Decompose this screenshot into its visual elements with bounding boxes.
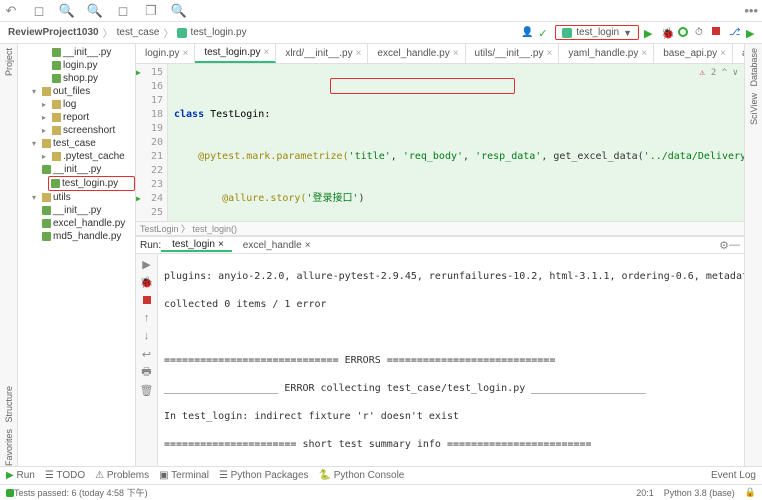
- tree-folder[interactable]: ▾test_case: [18, 137, 135, 150]
- tree-folder[interactable]: ▾utils: [18, 191, 135, 204]
- tests-passed-icon: [6, 489, 14, 497]
- bottom-tab[interactable]: ▣ Terminal: [159, 470, 209, 481]
- tool-icon-3[interactable]: [144, 4, 158, 18]
- tree-folder[interactable]: ▸report: [18, 111, 135, 124]
- editor-tab[interactable]: base_api.py×: [654, 44, 733, 63]
- editor-tab[interactable]: api.py×: [733, 44, 744, 63]
- editor-tab[interactable]: xlrd/__init__.py×: [276, 44, 368, 63]
- close-icon[interactable]: ×: [182, 48, 188, 59]
- close-icon[interactable]: ×: [720, 48, 726, 59]
- editor-tab[interactable]: utils/__init__.py×: [466, 44, 560, 63]
- event-log-button[interactable]: Event Log: [711, 470, 756, 481]
- zoom-out-icon[interactable]: [88, 4, 102, 18]
- run-config-selector[interactable]: test_login ▼: [555, 25, 639, 40]
- python-interpreter[interactable]: Python 3.8 (base): [664, 488, 735, 498]
- lock-icon[interactable]: 🔒: [745, 487, 756, 498]
- debug-icon[interactable]: 🐞: [661, 27, 673, 39]
- run-toolwindow-header: Run: test_login× excel_handle× ⚙ —: [136, 236, 744, 254]
- close-icon[interactable]: ×: [453, 48, 459, 59]
- bottom-tool-tabs: ▶ Run ☰ TODO ⚠ Problems ▣ Terminal ☰ Python …: [0, 466, 762, 484]
- chevron-down-icon: ▼: [623, 28, 632, 38]
- close-icon[interactable]: ×: [356, 48, 362, 59]
- editor-breadcrumb[interactable]: TestLogin 〉 test_login(): [136, 222, 744, 236]
- debug-rerun-icon[interactable]: 🐞: [140, 275, 154, 289]
- tree-file[interactable]: login.py: [18, 59, 135, 72]
- user-icon[interactable]: 👤: [521, 27, 533, 39]
- undo-icon[interactable]: [4, 4, 18, 18]
- stop-icon[interactable]: [712, 27, 724, 39]
- toolbar-overflow-icon[interactable]: •••: [744, 3, 758, 18]
- tests-passed-label: Tests passed: 6 (today 4:58 下午): [14, 486, 148, 499]
- editor-tab[interactable]: excel_handle.py×: [368, 44, 465, 63]
- breadcrumb-project[interactable]: ReviewProject1030: [4, 27, 103, 38]
- tree-file[interactable]: __init__.py: [18, 204, 135, 217]
- tool-window-project[interactable]: Project: [4, 48, 14, 76]
- zoom-in-icon[interactable]: [60, 4, 74, 18]
- pytest-icon: [562, 28, 572, 38]
- highlight-parametrize-args: [330, 78, 515, 94]
- search-icon[interactable]: [172, 4, 186, 18]
- bottom-tab[interactable]: ⚠ Problems: [95, 470, 149, 481]
- tool-window-sciview[interactable]: SciView: [749, 93, 759, 125]
- bottom-tab[interactable]: ▶ Run: [6, 470, 35, 481]
- caret-position[interactable]: 20:1: [636, 488, 654, 498]
- bottom-tab[interactable]: ☰ Python Packages: [219, 470, 309, 481]
- console-output[interactable]: plugins: anyio-2.2.0, allure-pytest-2.9.…: [158, 254, 744, 466]
- editor-tab[interactable]: yaml_handle.py×: [559, 44, 654, 63]
- bottom-tab[interactable]: 🐍 Python Console: [319, 470, 405, 481]
- profile-icon[interactable]: ⏱: [695, 27, 707, 39]
- close-icon[interactable]: ×: [263, 47, 269, 58]
- breadcrumb-folder[interactable]: test_case: [113, 27, 164, 38]
- build-icon[interactable]: ✓: [538, 27, 550, 39]
- print-icon[interactable]: 🖶: [140, 365, 154, 379]
- tool-window-structure[interactable]: Structure: [4, 386, 14, 423]
- up-icon[interactable]: ↑: [140, 311, 154, 325]
- tree-file[interactable]: md5_handle.py: [18, 230, 135, 243]
- tree-file[interactable]: __init__.py: [18, 163, 135, 176]
- close-icon[interactable]: ×: [641, 48, 647, 59]
- editor-gutter: ▶151617181920212223▶2425: [136, 64, 168, 221]
- tree-file-active[interactable]: test_login.py: [48, 176, 135, 191]
- run-icon[interactable]: ▶: [644, 27, 656, 39]
- close-icon[interactable]: ×: [546, 48, 552, 59]
- coverage-icon[interactable]: [678, 27, 690, 39]
- tool-window-database[interactable]: Database: [749, 48, 759, 87]
- bottom-tab[interactable]: ☰ TODO: [45, 470, 85, 481]
- tool-icon-2[interactable]: [116, 4, 130, 18]
- breadcrumb-file[interactable]: test_login.py: [173, 27, 250, 38]
- tree-file[interactable]: excel_handle.py: [18, 217, 135, 230]
- rerun-icon[interactable]: ▶: [140, 257, 154, 271]
- run-tab-excel-handle[interactable]: excel_handle×: [232, 240, 319, 251]
- stop-run-icon[interactable]: [140, 293, 154, 307]
- run-label: Run:: [140, 240, 161, 251]
- editor-tab[interactable]: test_login.py×: [195, 44, 276, 63]
- project-tree[interactable]: __init__.py login.py shop.py ▾out_files …: [18, 44, 136, 466]
- run-tab-test-login[interactable]: test_login×: [161, 239, 232, 252]
- tree-folder[interactable]: ▸screenshort: [18, 124, 135, 137]
- editor-area[interactable]: ⚠2 ^ ∨ class TestLogin: @pytest.mark.par…: [168, 64, 744, 221]
- run-config-name: test_login: [576, 27, 619, 38]
- editor-tab[interactable]: login.py×: [136, 44, 195, 63]
- attach-icon[interactable]: ▶: [746, 27, 758, 39]
- tree-folder[interactable]: ▾out_files: [18, 85, 135, 98]
- run-toolbar: ▶ 🐞 ↑ ↓ ↩ 🖶 🗑: [136, 254, 158, 466]
- tree-folder[interactable]: ▸log: [18, 98, 135, 111]
- git-icon[interactable]: ⎇: [729, 27, 741, 39]
- trash-icon[interactable]: 🗑: [140, 383, 154, 397]
- tool-window-favorites[interactable]: Favorites: [4, 429, 14, 466]
- tree-folder[interactable]: ▸.pytest_cache: [18, 150, 135, 163]
- down-icon[interactable]: ↓: [140, 329, 154, 343]
- tree-file[interactable]: shop.py: [18, 72, 135, 85]
- editor-tabs: login.py×test_login.py×xlrd/__init__.py×…: [136, 44, 744, 64]
- tool-icon-1[interactable]: [32, 4, 46, 18]
- minimize-icon[interactable]: —: [729, 239, 740, 251]
- gear-icon[interactable]: ⚙: [719, 239, 729, 252]
- soft-wrap-icon[interactable]: ↩: [140, 347, 154, 361]
- tree-file[interactable]: __init__.py: [18, 46, 135, 59]
